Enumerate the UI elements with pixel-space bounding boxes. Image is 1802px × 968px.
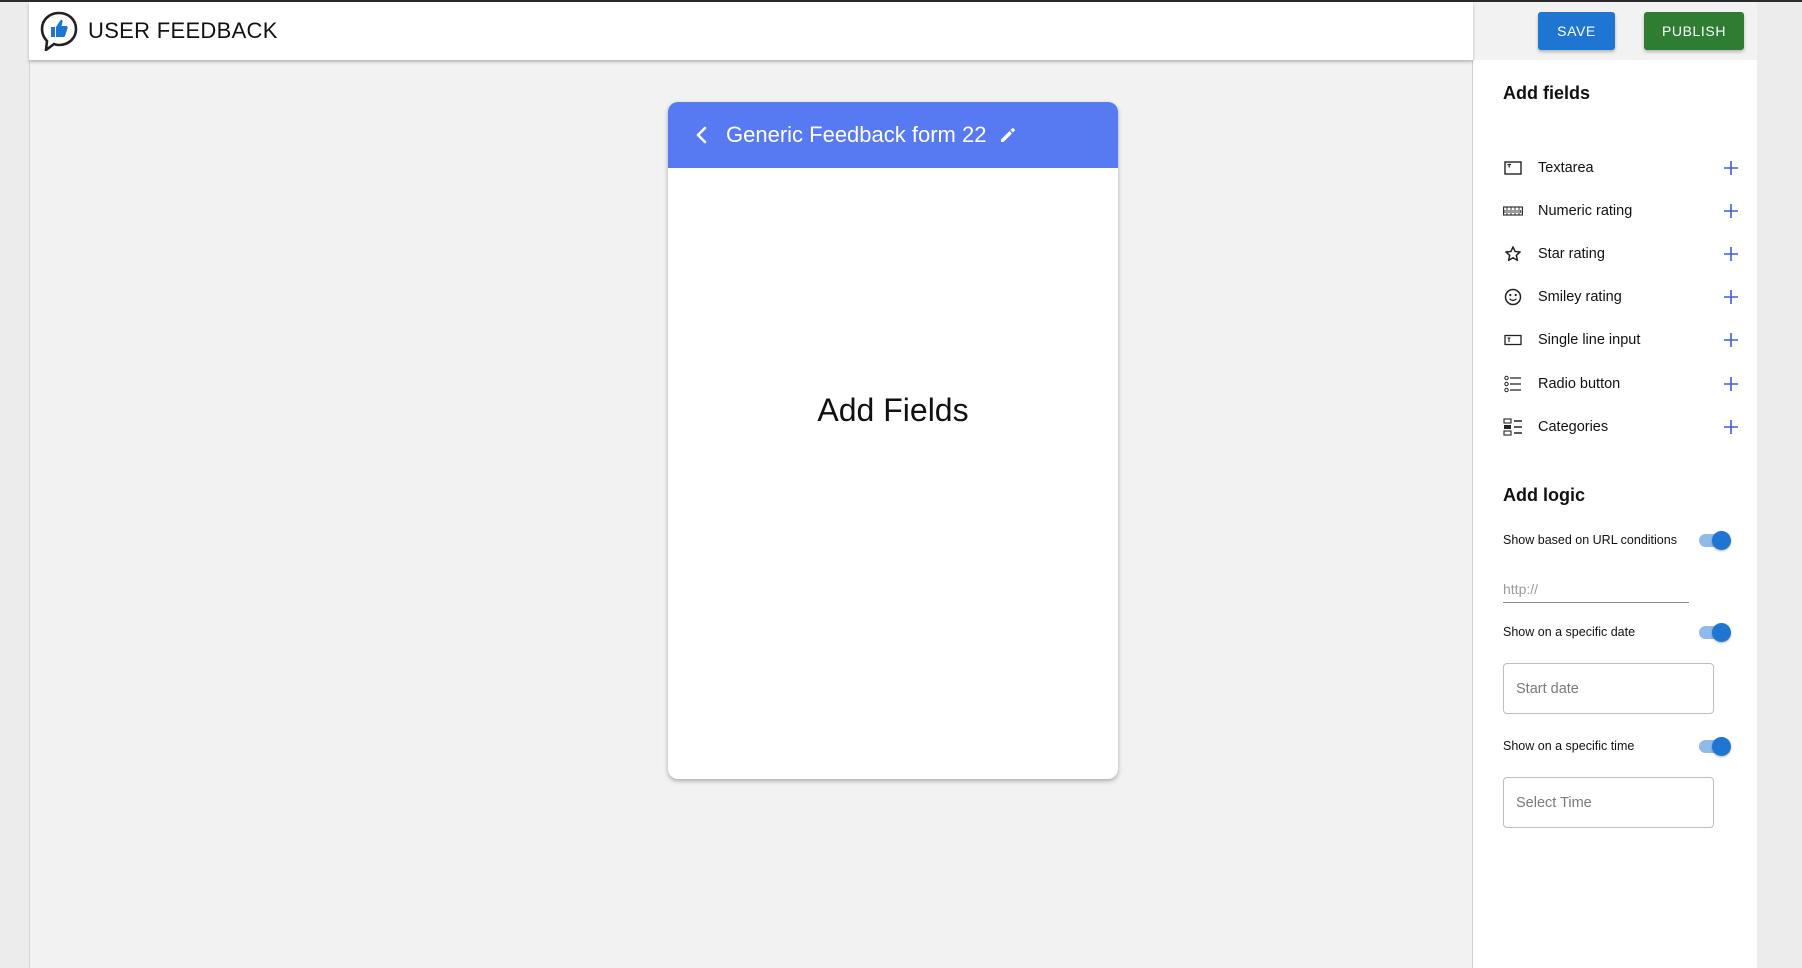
date-condition-toggle[interactable] bbox=[1697, 622, 1731, 642]
date-condition-label: Show on a specific date bbox=[1503, 625, 1636, 639]
form-header: Generic Feedback form 22 bbox=[668, 102, 1118, 168]
field-label: Numeric rating bbox=[1538, 203, 1633, 219]
app-title: USER FEEDBACK bbox=[88, 18, 278, 43]
field-item-single-line-input[interactable]: Single line input bbox=[1503, 325, 1741, 355]
form-preview-card: Generic Feedback form 22 Add Fields bbox=[668, 102, 1118, 779]
field-item-radio-button[interactable]: Radio button bbox=[1503, 369, 1741, 399]
save-button[interactable]: SAVE bbox=[1538, 12, 1615, 50]
categories-icon bbox=[1503, 417, 1523, 437]
add-logic-title: Add logic bbox=[1503, 485, 1585, 505]
smiley-icon bbox=[1503, 287, 1523, 307]
url-input[interactable] bbox=[1503, 575, 1689, 603]
field-label: Smiley rating bbox=[1538, 289, 1622, 305]
single-line-input-icon bbox=[1503, 330, 1523, 350]
add-plus-icon[interactable] bbox=[1721, 158, 1741, 178]
form-title: Generic Feedback form 22 bbox=[726, 122, 987, 147]
field-label: Radio button bbox=[1538, 376, 1621, 392]
add-plus-icon[interactable] bbox=[1721, 374, 1741, 394]
feedback-logo-icon bbox=[40, 11, 78, 51]
add-plus-icon[interactable] bbox=[1721, 330, 1741, 350]
empty-form-text: Add Fields bbox=[817, 392, 969, 428]
time-condition-label: Show on a specific time bbox=[1503, 739, 1635, 753]
field-item-numeric-rating[interactable]: Numeric rating bbox=[1503, 196, 1741, 226]
edit-pencil-icon[interactable] bbox=[996, 123, 1020, 147]
numeric-rating-icon bbox=[1503, 201, 1523, 221]
textarea-icon bbox=[1503, 158, 1523, 178]
add-plus-icon[interactable] bbox=[1721, 287, 1741, 307]
field-item-textarea[interactable]: Textarea bbox=[1503, 153, 1741, 183]
url-condition-row: Show based on URL conditions bbox=[1503, 528, 1731, 552]
field-item-categories[interactable]: Categories bbox=[1503, 412, 1741, 442]
select-time-input[interactable] bbox=[1503, 777, 1714, 828]
back-chevron-icon[interactable] bbox=[690, 123, 714, 147]
field-item-star-rating[interactable]: Star rating bbox=[1503, 239, 1741, 269]
field-label: Single line input bbox=[1538, 332, 1641, 348]
side-panel: Add fields Textarea Numeric rating Star … bbox=[1472, 60, 1757, 968]
time-condition-toggle[interactable] bbox=[1697, 736, 1731, 756]
app-bar: USER FEEDBACK bbox=[29, 2, 1473, 60]
date-condition-row: Show on a specific date bbox=[1503, 620, 1731, 644]
field-label: Star rating bbox=[1538, 246, 1605, 262]
add-fields-title: Add fields bbox=[1503, 83, 1591, 103]
add-plus-icon[interactable] bbox=[1721, 201, 1741, 221]
start-date-input[interactable] bbox=[1503, 663, 1714, 714]
field-item-smiley-rating[interactable]: Smiley rating bbox=[1503, 282, 1741, 312]
time-condition-row: Show on a specific time bbox=[1503, 734, 1731, 758]
field-label: Categories bbox=[1538, 419, 1609, 435]
star-icon bbox=[1503, 244, 1523, 264]
url-condition-toggle[interactable] bbox=[1697, 530, 1731, 550]
radio-list-icon bbox=[1503, 374, 1523, 394]
url-condition-label: Show based on URL conditions bbox=[1503, 533, 1677, 547]
add-plus-icon[interactable] bbox=[1721, 417, 1741, 437]
field-label: Textarea bbox=[1538, 160, 1594, 176]
publish-button[interactable]: PUBLISH bbox=[1644, 12, 1744, 50]
add-plus-icon[interactable] bbox=[1721, 244, 1741, 264]
